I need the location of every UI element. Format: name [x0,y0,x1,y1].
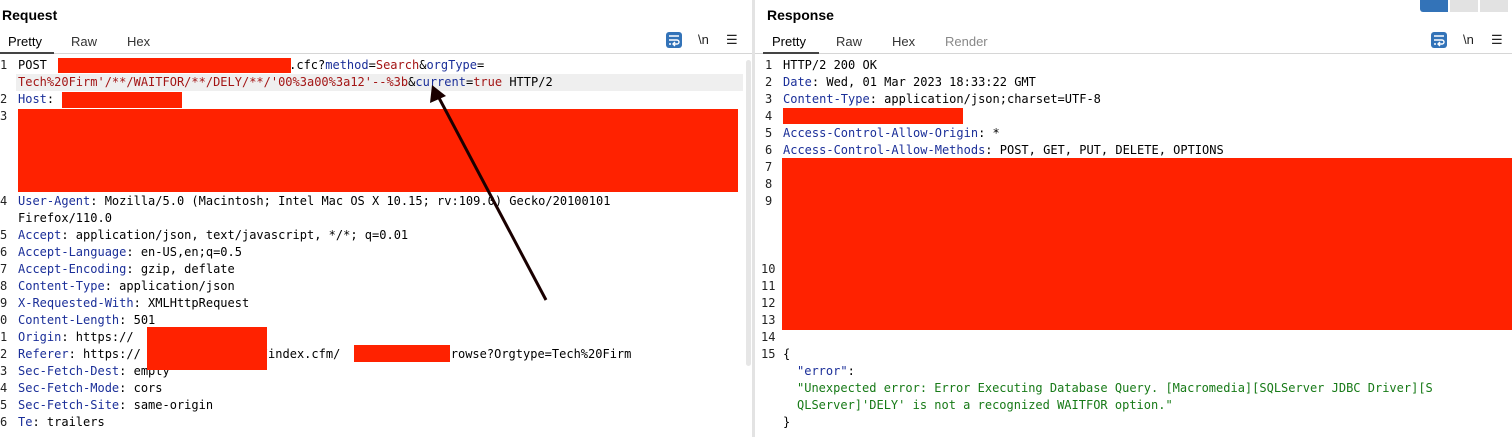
annotation-arrow-icon [430,85,548,301]
